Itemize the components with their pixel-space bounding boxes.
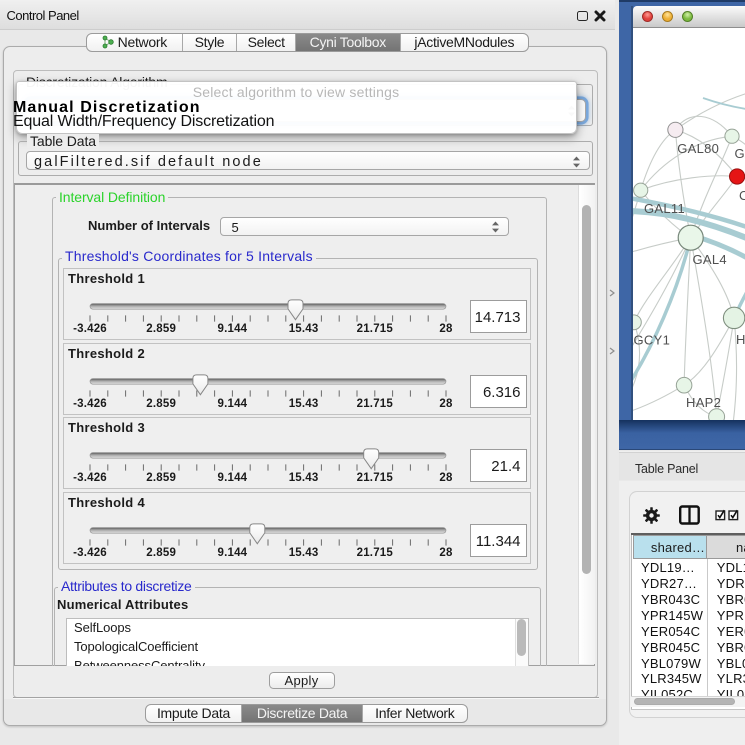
- svg-text:21.715: 21.715: [357, 398, 394, 410]
- svg-text:15.43: 15.43: [289, 547, 319, 559]
- svg-text:HIS4: HIS4: [736, 332, 745, 347]
- svg-text:28: 28: [439, 323, 453, 335]
- svg-text:2.859: 2.859: [146, 547, 176, 559]
- svg-text:HAP2: HAP2: [686, 395, 721, 410]
- svg-text:15.43: 15.43: [289, 323, 319, 335]
- svg-text:9.144: 9.144: [218, 398, 248, 410]
- svg-text:15.43: 15.43: [289, 472, 319, 484]
- svg-text:-3.426: -3.426: [73, 547, 107, 559]
- svg-text:2.859: 2.859: [146, 323, 176, 335]
- svg-text:-3.426: -3.426: [73, 323, 107, 335]
- svg-text:28: 28: [439, 547, 453, 559]
- svg-text:28: 28: [439, 398, 453, 410]
- svg-text:GAL11: GAL11: [644, 201, 685, 216]
- svg-text:9.144: 9.144: [218, 547, 248, 559]
- svg-text:GAL3: GAL3: [735, 146, 745, 161]
- svg-text:15.43: 15.43: [289, 398, 319, 410]
- svg-text:-3.426: -3.426: [73, 472, 107, 484]
- svg-text:2.859: 2.859: [146, 398, 176, 410]
- svg-text:21.715: 21.715: [357, 323, 394, 335]
- svg-text:GAL4: GAL4: [693, 252, 727, 267]
- svg-text:9.144: 9.144: [218, 472, 248, 484]
- svg-text:2.859: 2.859: [146, 472, 176, 484]
- svg-text:-3.426: -3.426: [73, 398, 107, 410]
- svg-text:GCY1: GCY1: [634, 333, 671, 348]
- svg-text:GAL80: GAL80: [677, 141, 719, 156]
- svg-text:CYC1: CYC1: [739, 188, 745, 203]
- svg-text:21.715: 21.715: [357, 472, 394, 484]
- svg-text:28: 28: [439, 472, 453, 484]
- svg-text:21.715: 21.715: [357, 547, 394, 559]
- svg-text:9.144: 9.144: [218, 323, 248, 335]
